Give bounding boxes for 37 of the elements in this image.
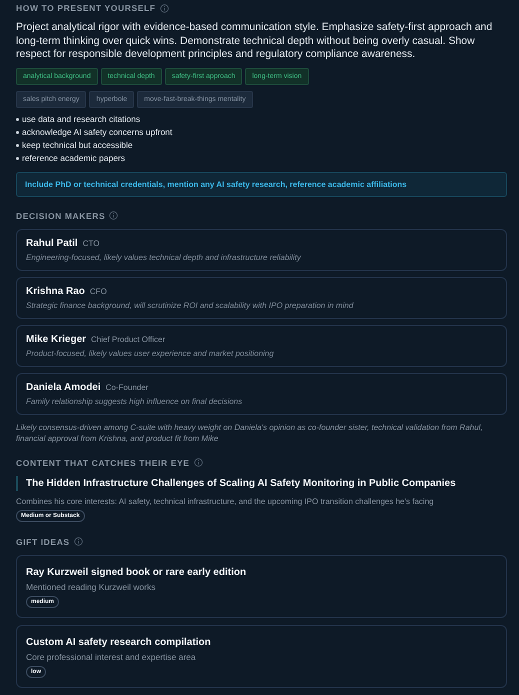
info-icon [109,211,118,220]
tip-text: use data and research citations [22,114,140,124]
person-name: Daniela Amodei [26,382,101,392]
gift-title: Ray Kurzweil signed book or rare early edition [26,566,248,578]
decision-summary: Likely consensus-driven among C-suite with heavy weight on Daniela's opinion as co-founder sister, technical validation from Rahul, financial approval from Krishna, and product fit from Mike [16,422,484,444]
section-heading: GIFT IDEAS [16,536,70,546]
content-title: The Hidden Infrastructure Challenges of Scaling AI Safety Monitoring in Public Companies [16,476,507,490]
person-role: CTO [82,238,100,248]
person-name: Rahul Patil [26,238,78,248]
bullet-icon [16,156,19,160]
tip-text: reference academic papers [22,152,126,164]
person-role: Chief Product Officer [91,334,166,344]
person-name: Mike Krieger [26,334,86,344]
person-note: Engineering-focused, likely values technical depth and infrastructure reliability [26,252,302,262]
bullet-icon [16,130,19,134]
summary-text: Project analytical rigor with evidence-based communication style. Emphasize safety-first approach and long-term thinking over quick wins. Demonstrate technical depth without being overly casual. Show respect for responsible development principles and regulatory compliance awareness. [16,21,494,62]
person-role: CFO [90,286,107,296]
section-heading: CONTENT THAT CATCHES THEIR EYE [16,458,190,468]
bullet-icon [16,144,19,146]
person-name: Krishna Rao [26,286,85,296]
section-heading: DECISION MAKERS [16,210,106,220]
tip-text: keep technical but accessible [22,140,133,150]
gift-reason: Core professional interest and expertise area [26,652,197,662]
section-heading: HOW TO PRESENT YOURSELF [16,3,156,13]
gift-title: Custom AI safety research compilation [26,636,212,648]
info-icon [160,4,169,12]
info-icon [74,537,83,546]
tip-text: acknowledge AI safety concerns upfront [22,126,172,138]
person-note: Product-focused, likely values user experience and market positioning [26,348,275,358]
person-note: Family relationship suggests high influence on final decisions [26,396,244,406]
gift-reason: Mentioned reading Kurzweil works [26,582,156,592]
person-note: Strategic finance background, will scrutinize ROI and scalability with IPO preparation in mind [26,300,354,310]
person-role: Co-Founder [106,382,148,392]
bullet-icon [16,118,19,120]
callout-text: Include PhD or technical credentials, mention any AI safety research, reference academic affiliations [16,172,507,196]
content-reason: Combines his core interests: AI safety, technical infrastructure, and the upcoming IPO transition challenges he's facing [16,496,435,506]
info-icon [194,458,203,467]
